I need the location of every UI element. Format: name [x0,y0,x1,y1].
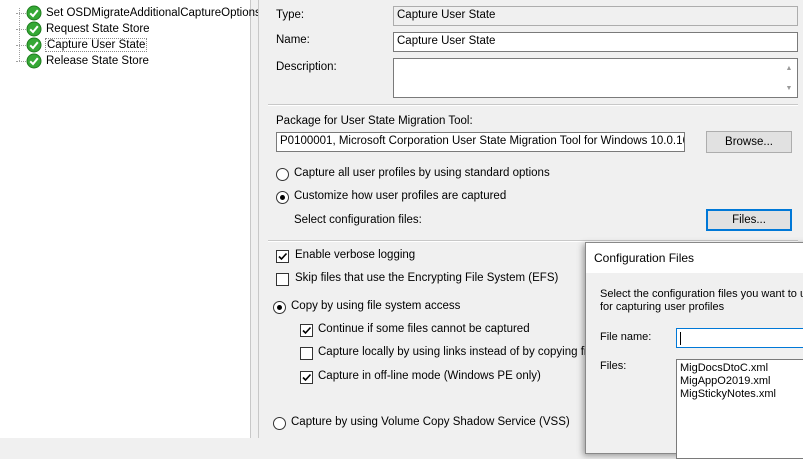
skip-efs-checkbox[interactable] [276,273,289,286]
dialog-title: Configuration Files [586,243,803,273]
capture-local-label: Capture locally by using links instead o… [318,346,602,358]
type-label: Type: [276,9,305,21]
list-item[interactable]: MigDocsDtoC.xml [677,362,803,375]
divider [268,104,798,106]
offline-label: Capture in off-line mode (Windows PE onl… [318,370,541,382]
tree-item-capture-user-state[interactable]: Capture User State [16,37,148,53]
capture-local-checkbox[interactable] [300,347,313,360]
tree-item-request-state-store[interactable]: Request State Store [16,21,150,37]
tree-item-label: Set OSDMigrateAdditionalCaptureOptions [46,7,261,19]
scroll-down-icon[interactable]: ▼ [782,82,796,94]
checkmark-icon [302,373,312,382]
list-item[interactable]: MigStickyNotes.xml [677,388,803,401]
description-field[interactable] [393,58,798,98]
type-field: Capture User State [393,6,798,26]
name-label: Name: [276,34,310,46]
package-field: P0100001, Microsoft Corporation User Sta… [276,132,685,152]
tree-item-label: Capture User State [44,38,148,52]
text-cursor [680,332,681,345]
checkmark-icon [302,326,312,335]
tree-item-release-state-store[interactable]: Release State Store [16,53,149,69]
scroll-up-icon[interactable]: ▲ [782,62,796,74]
vss-label: Capture by using Volume Copy Shadow Serv… [291,416,570,428]
dialog-instruction: Select the configuration files you want … [600,288,803,313]
name-field[interactable]: Capture User State [393,32,798,52]
file-name-label: File name: [600,331,652,343]
files-listbox[interactable]: MigDocsDtoC.xml MigAppO2019.xml MigStick… [676,359,803,459]
capture-all-label: Capture all user profiles by using stand… [294,167,550,179]
files-label: Files: [600,360,627,372]
skip-efs-label: Skip files that use the Encrypting File … [295,272,559,284]
copy-fs-label: Copy by using file system access [291,300,461,312]
config-files-label: Select configuration files: [294,214,422,226]
tree-item-label: Release State Store [46,55,149,67]
copy-fs-radio[interactable] [273,301,286,314]
verbose-logging-label: Enable verbose logging [295,249,416,261]
verbose-logging-checkbox[interactable] [276,250,289,263]
continue-label: Continue if some files cannot be capture… [318,323,530,335]
capture-all-radio[interactable] [276,168,289,181]
tree-item-set-osd-migrate[interactable]: Set OSDMigrateAdditionalCaptureOptions [16,5,261,21]
checkmark-icon [278,252,288,261]
customize-radio[interactable] [276,191,289,204]
success-check-icon [26,5,42,21]
offline-checkbox[interactable] [300,371,313,384]
browse-button[interactable]: Browse... [706,131,792,153]
customize-label: Customize how user profiles are captured [294,190,507,202]
package-label: Package for User State Migration Tool: [276,115,473,127]
success-check-icon [26,21,42,37]
file-name-input[interactable] [676,328,803,348]
success-check-icon [26,37,42,53]
list-item[interactable]: MigAppO2019.xml [677,375,803,388]
vss-radio[interactable] [273,417,286,430]
task-sequence-tree: Set OSDMigrateAdditionalCaptureOptions R… [0,0,261,438]
success-check-icon [26,53,42,69]
continue-checkbox[interactable] [300,324,313,337]
files-button[interactable]: Files... [706,209,792,231]
tree-item-label: Request State Store [46,23,150,35]
configuration-files-dialog: Configuration Files Select the configura… [585,242,803,459]
description-label: Description: [276,61,337,73]
